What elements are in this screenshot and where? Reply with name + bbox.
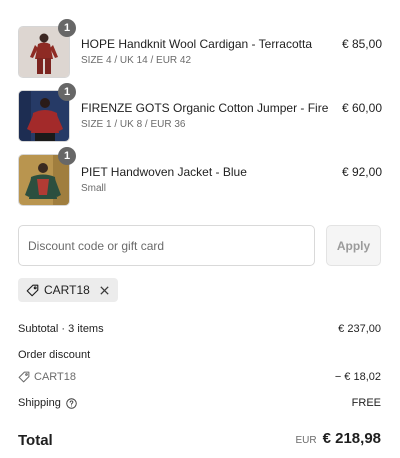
- tag-icon: [26, 284, 39, 297]
- tag-icon: [18, 371, 30, 383]
- shipping-value: FREE: [351, 397, 381, 409]
- product-name: PIET Handwoven Jacket - Blue: [81, 165, 247, 179]
- apply-discount-button[interactable]: Apply: [326, 225, 381, 266]
- product-name: FIRENZE GOTS Organic Cotton Jumper - Fir…: [81, 101, 329, 115]
- subtotal-value: € 237,00: [338, 323, 381, 335]
- order-discount-label: Order discount: [18, 349, 91, 361]
- shipping-row: Shipping FREE: [18, 397, 381, 409]
- product-price: € 60,00: [341, 101, 382, 115]
- remove-discount-close-icon[interactable]: [99, 285, 110, 296]
- discount-code-row: CART18 − € 18,02: [18, 371, 381, 386]
- product-price: € 92,00: [341, 165, 382, 179]
- product-price: € 85,00: [341, 37, 382, 51]
- product-variant: SIZE 4 / UK 14 / EUR 42: [81, 55, 192, 66]
- quantity-badge: 1: [58, 147, 76, 165]
- subtotal-row: Subtotal · 3 items € 237,00: [18, 323, 381, 335]
- applied-code-label: CART18: [44, 283, 90, 297]
- line-item: 1 FIRENZE GOTS Organic Cotton Jumper - F…: [18, 83, 382, 142]
- discount-code-summary: CART18: [18, 371, 76, 383]
- discount-code-text: CART18: [34, 371, 76, 383]
- product-variant: SIZE 1 / UK 8 / EUR 36: [81, 119, 186, 130]
- line-item: 1 HOPE Handknit Wool Cardigan - Terracot…: [18, 19, 382, 78]
- order-discount-row: Order discount: [18, 349, 381, 361]
- quantity-badge: 1: [58, 19, 76, 37]
- quantity-badge: 1: [58, 83, 76, 101]
- product-name: HOPE Handknit Wool Cardigan - Terracotta: [81, 37, 312, 51]
- subtotal-label: Subtotal · 3 items: [18, 323, 104, 335]
- total-currency: EUR: [295, 435, 317, 446]
- applied-discount-tag: CART18: [18, 278, 118, 302]
- discount-amount: − € 18,02: [334, 371, 381, 383]
- total-amount: € 218,98: [322, 430, 381, 447]
- help-icon[interactable]: [66, 397, 77, 409]
- line-item: 1 PIET Handwoven Jacket - Blue Small € 9…: [18, 147, 382, 206]
- discount-code-input[interactable]: [18, 225, 315, 266]
- total-label: Total: [18, 432, 53, 449]
- shipping-label: Shipping: [18, 397, 61, 409]
- product-variant: Small: [81, 183, 107, 194]
- total-row: Total EUR € 218,98: [18, 430, 381, 452]
